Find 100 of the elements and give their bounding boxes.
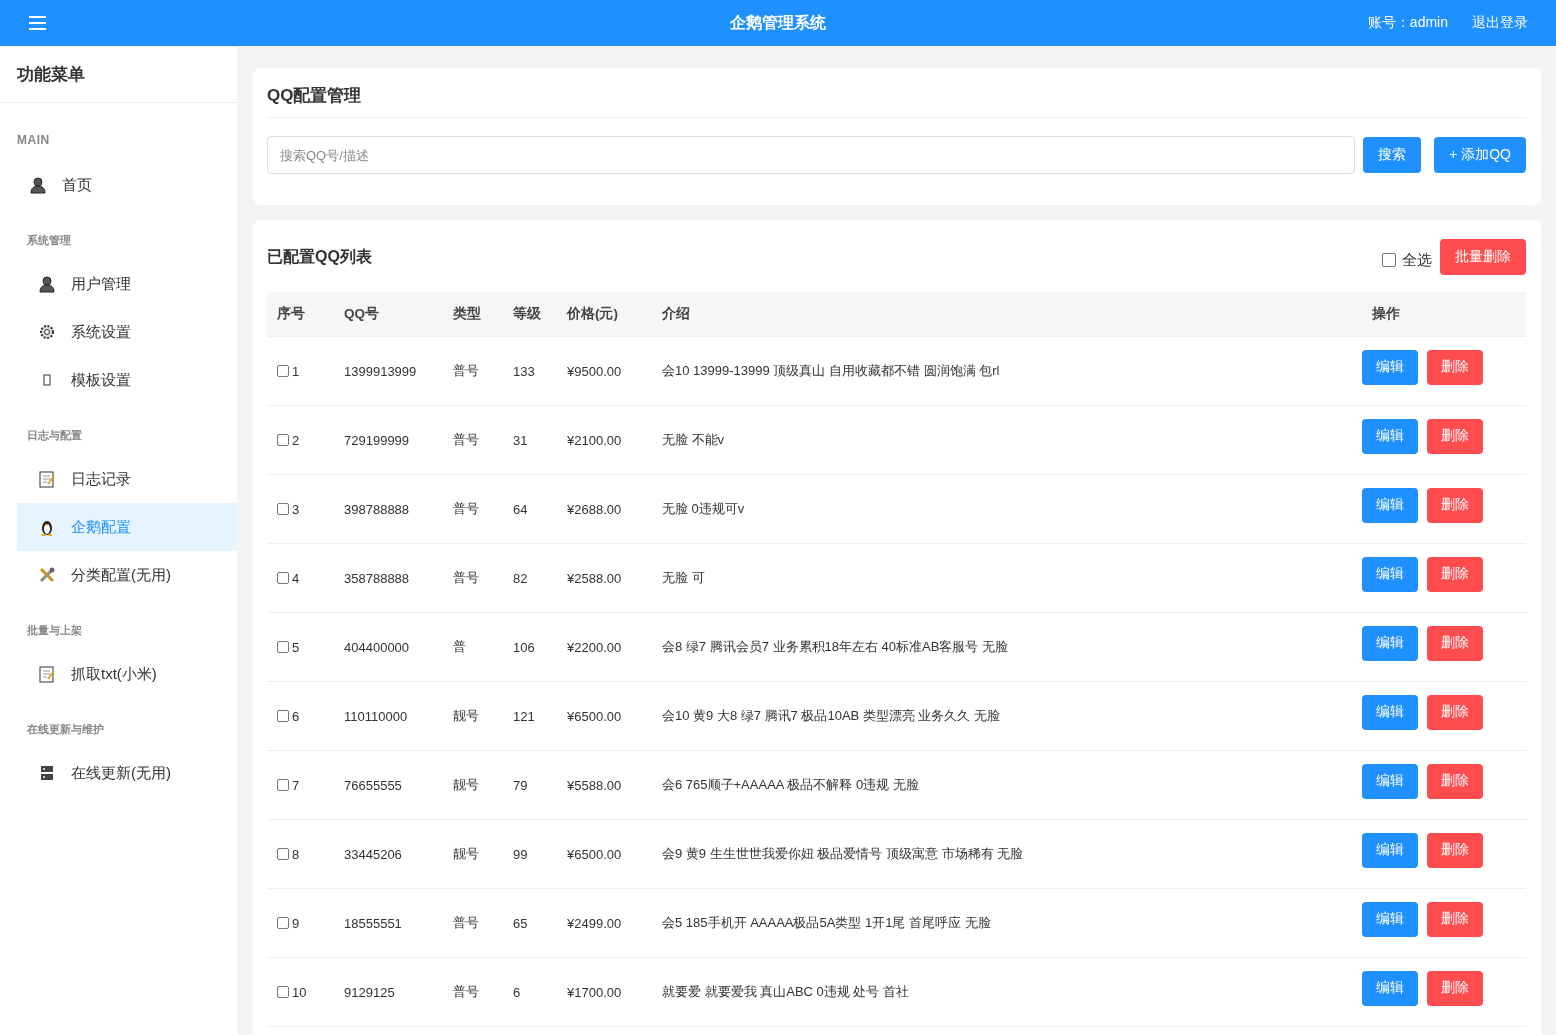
table-cell: 404400000 xyxy=(344,639,410,655)
menu-item[interactable]: 用户管理 xyxy=(17,260,237,308)
table-cell: 就要爱 就要爱我 真山ABC 0违规 处号 首社 xyxy=(662,983,910,1001)
notepad-icon xyxy=(38,665,56,683)
table-cell: 普号 xyxy=(453,914,479,932)
table-cell: 普号 xyxy=(453,500,479,518)
table-cell: 普号 xyxy=(453,431,479,449)
table-cell: 133 xyxy=(513,363,535,379)
table-cell: ¥2499.00 xyxy=(567,915,622,931)
table-cell: 9129125 xyxy=(344,984,395,1000)
table-cell: 10 xyxy=(292,984,307,1000)
select-all-label: 全选 xyxy=(1402,250,1432,270)
menu-item[interactable]: 企鹅配置 xyxy=(17,503,237,551)
table-cell: ¥9500.00 xyxy=(567,363,622,379)
row-checkbox[interactable] xyxy=(277,986,289,998)
table-cell: 无脸 0违规可v xyxy=(662,500,745,518)
logout-link[interactable]: 退出登录 xyxy=(1472,14,1528,32)
person-icon xyxy=(38,275,56,293)
edit-button[interactable]: 编辑 xyxy=(1362,625,1418,661)
delete-button[interactable]: 删除 xyxy=(1427,694,1483,730)
row-checkbox[interactable] xyxy=(277,917,289,929)
table-cell: 8 xyxy=(292,846,300,862)
edit-button[interactable]: 编辑 xyxy=(1362,556,1418,592)
table-cell: 普号 xyxy=(453,569,479,587)
table-cell: 3 xyxy=(292,501,300,517)
row-checkbox[interactable] xyxy=(277,572,289,584)
table-cell: ¥6500.00 xyxy=(567,708,622,724)
delete-button[interactable]: 删除 xyxy=(1427,418,1483,454)
table-cell: 会10 13999-13999 顶级真山 自用收藏都不错 圆润饱满 包rl xyxy=(662,362,1000,380)
section-label: MAIN xyxy=(16,133,51,147)
table-cell: 靓号 xyxy=(453,707,479,725)
delete-button[interactable]: 删除 xyxy=(1427,970,1483,1006)
table-cell: 31 xyxy=(513,432,528,448)
edit-button[interactable]: 编辑 xyxy=(1362,487,1418,523)
table-cell: 9 xyxy=(292,915,300,931)
section-label: 日志与配置 xyxy=(26,428,83,443)
table-cell: 会8 绿7 腾讯会员7 业务累积18年左右 40标准AB客服号 无脸 xyxy=(662,638,1008,656)
delete-button[interactable]: 删除 xyxy=(1427,349,1483,385)
table-cell: 18555551 xyxy=(344,915,402,931)
column-header: QQ号 xyxy=(334,292,443,337)
table-cell: ¥1700.00 xyxy=(567,984,622,1000)
table-cell: 33445206 xyxy=(344,846,402,862)
card-title: QQ配置管理 xyxy=(267,68,1526,118)
search-button[interactable]: 搜索 xyxy=(1363,137,1422,173)
table-cell: 99 xyxy=(513,846,528,862)
app-title: 企鹅管理系统 xyxy=(730,12,826,33)
table-cell: 79 xyxy=(513,777,528,793)
row-checkbox[interactable] xyxy=(277,434,289,446)
menu-item[interactable]: 分类配置(无用) xyxy=(17,551,237,599)
add-qq-button[interactable]: + 添加QQ xyxy=(1434,137,1526,173)
table-cell: 358788888 xyxy=(344,570,410,586)
column-header: 序号 xyxy=(267,292,334,337)
row-checkbox[interactable] xyxy=(277,710,289,722)
edit-button[interactable]: 编辑 xyxy=(1362,418,1418,454)
menu-item[interactable]: 在线更新(无用) xyxy=(17,749,237,797)
row-checkbox[interactable] xyxy=(277,641,289,653)
table-cell: 65 xyxy=(513,915,528,931)
menu-item[interactable]: 抓取txt(小米) xyxy=(17,650,237,698)
menu-item[interactable]: 模板设置 xyxy=(17,356,237,404)
row-checkbox[interactable] xyxy=(277,779,289,791)
tools-icon xyxy=(38,566,56,584)
edit-button[interactable]: 编辑 xyxy=(1362,970,1418,1006)
delete-button[interactable]: 删除 xyxy=(1427,832,1483,868)
row-checkbox[interactable] xyxy=(277,365,289,377)
delete-button[interactable]: 删除 xyxy=(1427,763,1483,799)
section-label: 在线更新与维护 xyxy=(26,722,105,737)
edit-button[interactable]: 编辑 xyxy=(1362,349,1418,385)
table-cell: 无脸 不能v xyxy=(662,431,725,449)
card-title: 已配置QQ列表 xyxy=(267,246,373,267)
search-field[interactable]: 搜索QQ号/描述 xyxy=(267,136,1356,174)
delete-button[interactable]: 删除 xyxy=(1427,487,1483,523)
row-checkbox[interactable] xyxy=(277,503,289,515)
server-icon xyxy=(38,764,56,782)
delete-button[interactable]: 删除 xyxy=(1427,625,1483,661)
column-header: 操作 xyxy=(1362,292,1526,337)
delete-button[interactable]: 删除 xyxy=(1427,901,1483,937)
table-cell: 1399913999 xyxy=(344,363,417,379)
menu-icon[interactable] xyxy=(29,16,46,30)
menu-item[interactable]: 首页 xyxy=(17,161,237,209)
table-cell: ¥2688.00 xyxy=(567,501,622,517)
row-checkbox[interactable] xyxy=(277,848,289,860)
table-cell: 76655555 xyxy=(344,777,402,793)
table-cell: 无脸 可 xyxy=(662,569,705,587)
person-icon xyxy=(29,176,47,194)
table-cell: 会5 185手机开 AAAAA极品5A类型 1开1尾 首尾呼应 无脸 xyxy=(662,914,991,932)
menu-item[interactable]: 系统设置 xyxy=(17,308,237,356)
column-header: 介绍 xyxy=(652,292,1362,337)
table-cell: 靓号 xyxy=(453,776,479,794)
edit-button[interactable]: 编辑 xyxy=(1362,694,1418,730)
batch-delete-button[interactable]: 批量删除 xyxy=(1440,239,1526,275)
delete-button[interactable]: 删除 xyxy=(1427,556,1483,592)
menu-item[interactable]: 日志记录 xyxy=(17,455,237,503)
select-all-checkbox[interactable] xyxy=(1382,253,1396,267)
table-cell: 6 xyxy=(513,984,521,1000)
edit-button[interactable]: 编辑 xyxy=(1362,763,1418,799)
table-cell: 64 xyxy=(513,501,528,517)
edit-button[interactable]: 编辑 xyxy=(1362,832,1418,868)
edit-button[interactable]: 编辑 xyxy=(1362,901,1418,937)
table-cell: 7 xyxy=(292,777,300,793)
table-cell: 110110000 xyxy=(344,708,408,724)
